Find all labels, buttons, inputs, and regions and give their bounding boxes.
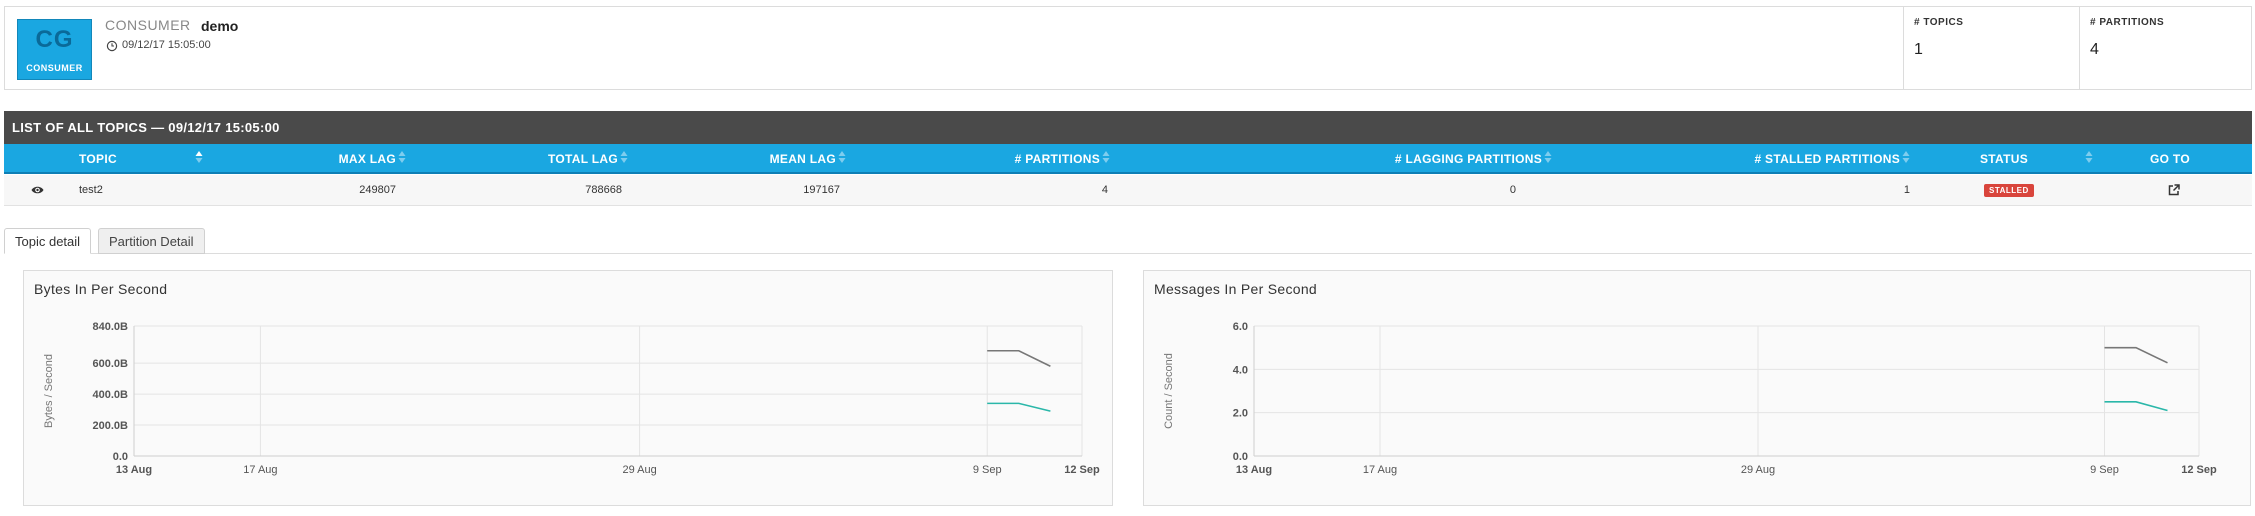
series-line	[2104, 401, 2168, 412]
x-tick-label: 9 Sep	[2090, 464, 2119, 476]
column-header-max-lag[interactable]: MAX LAG	[284, 152, 396, 166]
column-header-lagging-partitions[interactable]: # LAGGING PARTITIONS	[1244, 152, 1542, 166]
x-tick-label: 13 Aug	[116, 464, 152, 476]
column-header-go-to: GO TO	[2150, 152, 2190, 166]
y-tick-label: 0.0	[113, 451, 128, 463]
consumer-header: CG CONSUMER CONSUMER demo 09/12/17 15:05…	[4, 6, 2252, 90]
column-header-mean-lag[interactable]: MEAN LAG	[724, 152, 836, 166]
series-line	[987, 349, 1051, 367]
consumer-group-badge: CG CONSUMER	[17, 19, 92, 80]
column-header-stalled-partitions[interactable]: # STALLED PARTITIONS	[1704, 152, 1900, 166]
x-tick-label: 9 Sep	[973, 464, 1002, 476]
y-tick-label: 6.0	[1233, 321, 1248, 333]
cell-topic: test2	[79, 184, 103, 196]
status-badge: STALLED	[1984, 184, 2034, 197]
stat-topics: # TOPICS 1	[1903, 7, 2079, 89]
sort-icon[interactable]	[620, 150, 628, 164]
cell-max-lag: 249807	[359, 184, 396, 196]
sort-ascending-icon[interactable]	[195, 150, 203, 164]
column-header-status[interactable]: STATUS	[1980, 152, 2028, 166]
messages-in-chart: 0.0 2.0 4.0 6.0 13 Aug 17 Aug 29 Aug 9 Sep 12 Se…	[1163, 321, 2217, 476]
sort-icon[interactable]	[398, 150, 406, 164]
y-tick-label: 0.0	[1233, 451, 1248, 463]
tab-topic-detail[interactable]: Topic detail	[4, 228, 92, 254]
series-line	[987, 402, 1051, 412]
column-header-topic[interactable]: TOPIC	[79, 152, 117, 166]
x-tick-label: 17 Aug	[1363, 464, 1397, 476]
tab-strip-divider	[4, 253, 2252, 254]
x-tick-label: 12 Sep	[2181, 464, 2217, 476]
y-tick-label: 200.0B	[93, 420, 129, 432]
x-tick-label: 29 Aug	[622, 464, 656, 476]
topic-list-title: LIST OF ALL TOPICS — 09/12/17 15:05:00	[12, 120, 280, 135]
cell-total-lag: 788668	[585, 184, 622, 196]
table-header-row: TOPIC MAX LAG TOTAL LAG MEAN LAG # PARTI…	[4, 144, 2252, 174]
x-tick-label: 13 Aug	[1236, 464, 1272, 476]
stat-topics-label: # TOPICS	[1914, 17, 1964, 28]
cell-partitions: 4	[1101, 184, 1108, 196]
tab-partition-detail[interactable]: Partition Detail	[98, 228, 205, 254]
sort-icon[interactable]	[2085, 150, 2093, 164]
series-line	[2104, 346, 2168, 364]
stat-partitions-label: # PARTITIONS	[2090, 17, 2165, 28]
bytes-in-chart: 0.0 200.0B 400.0B 600.0B 840.0B 13 Aug 17 Aug 2…	[43, 321, 1100, 476]
badge-label: CONSUMER	[26, 63, 83, 73]
cell-stalled-partitions: 1	[1903, 184, 1910, 196]
cell-lagging-partitions: 0	[1509, 184, 1516, 196]
y-tick-label: 4.0	[1233, 364, 1248, 376]
sort-icon[interactable]	[1102, 150, 1110, 164]
clock-icon	[106, 40, 118, 52]
y-tick-label: 400.0B	[93, 389, 129, 401]
bytes-in-chart-panel: Bytes In Per Second 0.0 200.0B 400.0B 600.0…	[23, 270, 1113, 506]
column-header-total-lag[interactable]: TOTAL LAG	[504, 152, 618, 166]
table-row[interactable]: test2 249807 788668 197167 4 0 1 STALLED	[4, 175, 2252, 206]
y-axis-label: Bytes / Second	[43, 354, 55, 428]
x-tick-label: 12 Sep	[1064, 464, 1100, 476]
y-axis-label: Count / Second	[1163, 353, 1175, 429]
x-tick-label: 29 Aug	[1741, 464, 1775, 476]
header-timestamp: 09/12/17 15:05:00	[122, 39, 211, 51]
external-link-icon[interactable]	[2168, 184, 2180, 196]
sort-icon[interactable]	[838, 150, 846, 164]
stat-partitions: # PARTITIONS 4	[2079, 7, 2251, 89]
cell-mean-lag: 197167	[803, 184, 840, 196]
consumer-type-label: CONSUMER	[105, 17, 191, 33]
messages-in-chart-panel: Messages In Per Second 0.0 2.0 4.0 6.0 13 Au…	[1143, 270, 2251, 506]
eye-icon[interactable]	[31, 185, 44, 195]
stat-partitions-value: 4	[2090, 41, 2099, 58]
consumer-name: demo	[201, 18, 239, 34]
column-header-partitions[interactable]: # PARTITIONS	[904, 152, 1100, 166]
stat-topics-value: 1	[1914, 41, 1923, 58]
x-tick-label: 17 Aug	[243, 464, 277, 476]
y-tick-label: 600.0B	[93, 358, 129, 370]
y-tick-label: 2.0	[1233, 408, 1248, 420]
sort-icon[interactable]	[1902, 150, 1910, 164]
y-tick-label: 840.0B	[93, 321, 129, 333]
badge-abbrev: CG	[35, 26, 74, 53]
topic-list-titlebar: LIST OF ALL TOPICS — 09/12/17 15:05:00	[4, 111, 2252, 144]
sort-icon[interactable]	[1544, 150, 1552, 164]
